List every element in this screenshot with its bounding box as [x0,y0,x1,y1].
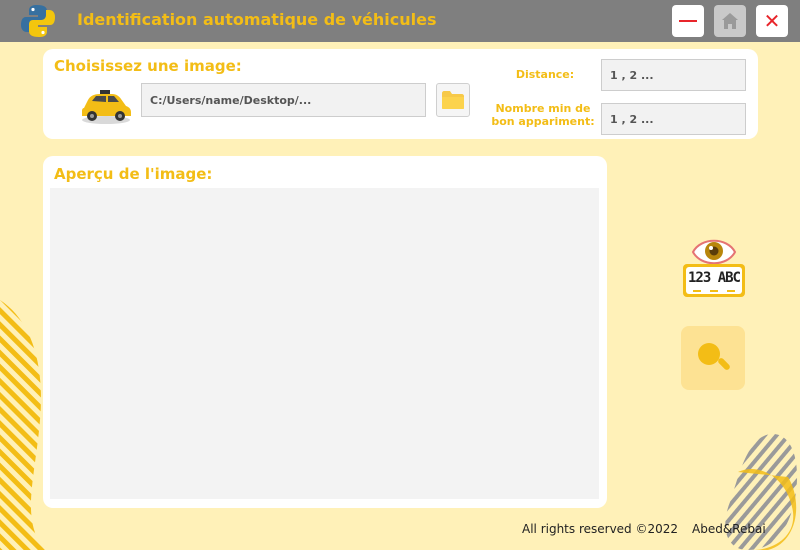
image-preview-area [50,188,599,499]
preview-title: Aperçu de l'image: [54,165,213,183]
image-path-field[interactable]: C:/Users/name/Desktop/... [141,83,426,117]
copyright-text: All rights reserved ©2022 [522,522,679,536]
eye-plate-icon: 123 ABC [679,235,749,301]
close-icon: ✕ [763,9,781,33]
min-match-label-line2: bon appariment: [491,115,595,128]
plate-text: 123 ABC [687,270,741,286]
minimize-icon [679,20,697,22]
close-button[interactable]: ✕ [756,5,788,37]
authors-text: Abed&Rebai [692,522,766,536]
folder-icon [442,91,464,109]
distance-input[interactable]: 1 , 2 ... [601,59,746,91]
search-button[interactable] [681,326,745,390]
minimize-button[interactable] [672,5,704,37]
python-logo-icon [21,5,55,37]
distance-label: Distance: [515,68,575,81]
browse-folder-button[interactable] [436,83,470,117]
window-title: Identification automatique de véhicules [77,10,437,29]
min-match-label-line1: Nombre min de [495,102,591,115]
choose-image-title: Choisissez une image: [54,57,242,75]
min-match-label: Nombre min de bon appariment: [488,102,598,128]
magnifier-icon [698,343,730,370]
home-button[interactable] [714,5,746,37]
min-match-input[interactable]: 1 , 2 ... [601,103,746,135]
home-icon [722,13,738,29]
title-bar: Identification automatique de véhicules … [0,0,800,42]
taxi-car-icon [82,90,131,124]
